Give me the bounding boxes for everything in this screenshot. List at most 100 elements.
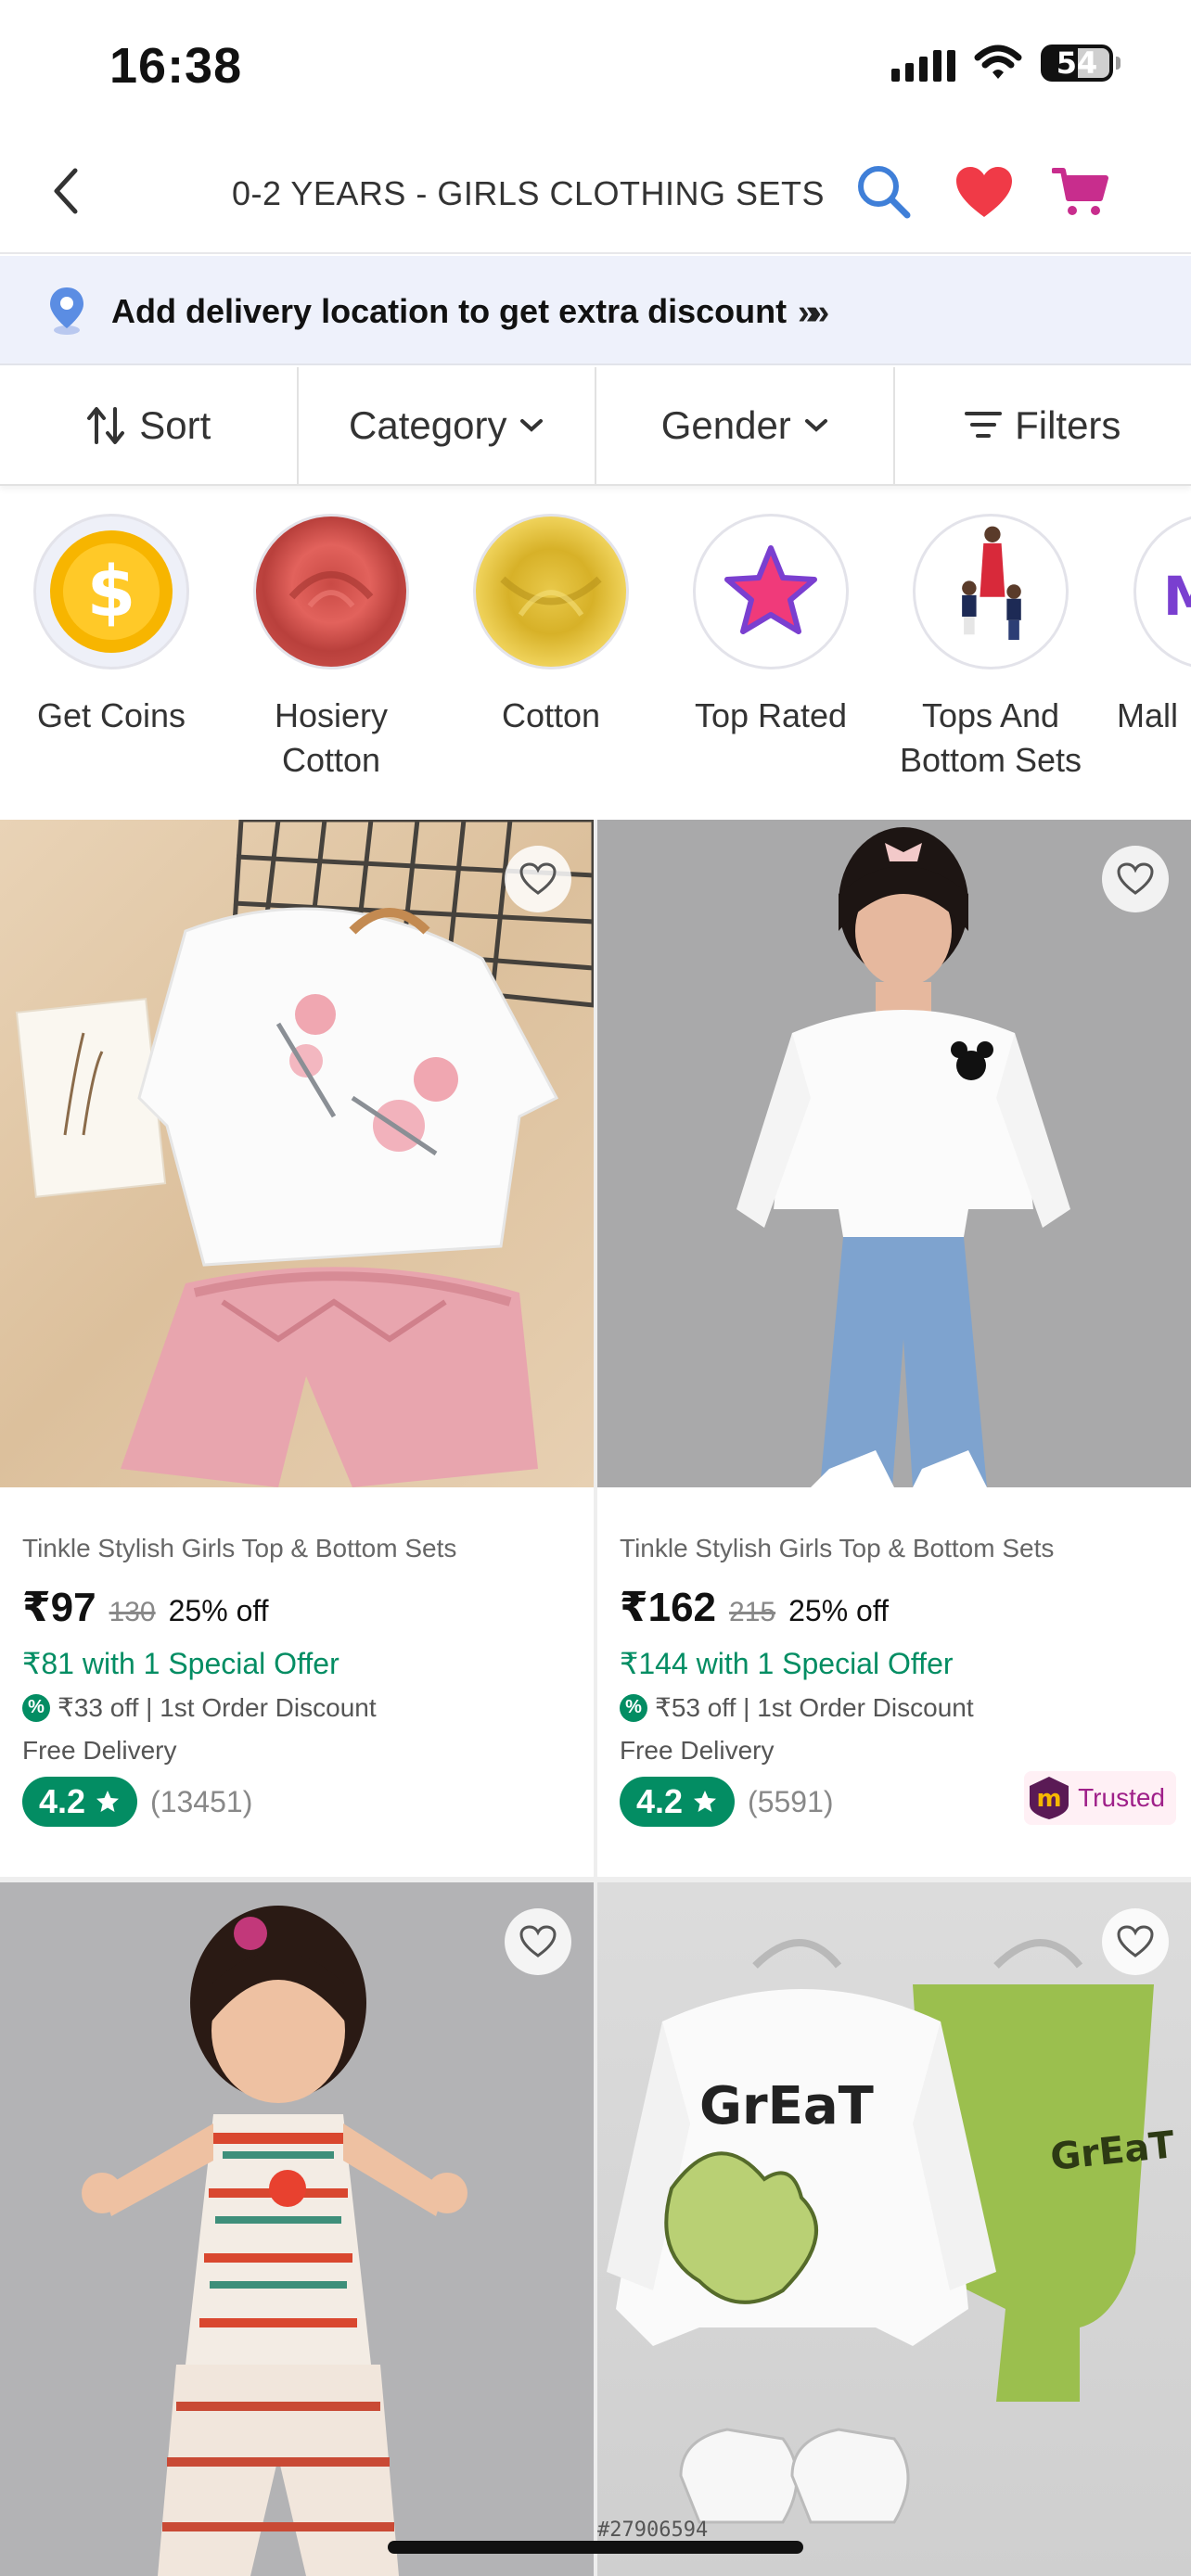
review-count: (5591) <box>748 1784 834 1818</box>
product-info: Tinkle Stylish Girls Top & Bottom Sets ₹… <box>22 1534 579 1827</box>
product-price: ₹97 <box>22 1585 96 1630</box>
status-bar: 16:38 54 <box>0 0 1191 130</box>
gender-label: Gender <box>660 403 791 447</box>
first-order-discount: % ₹53 off | 1st Order Discount <box>620 1692 1176 1723</box>
delivery-location-banner[interactable]: Add delivery location to get extra disco… <box>0 256 1191 365</box>
product-name: Tinkle Stylish Girls Top & Bottom Sets <box>22 1534 457 1562</box>
filter-lines-icon <box>965 412 1003 438</box>
special-offer: ₹144 with 1 Special Offer <box>620 1647 954 1680</box>
wishlist-toggle[interactable] <box>1102 1908 1169 1975</box>
price-row: ₹97 130 25% off <box>22 1584 579 1631</box>
heart-outline-icon <box>519 1925 557 1958</box>
sort-button[interactable]: Sort <box>0 367 299 484</box>
percent-badge-icon: % <box>620 1693 647 1722</box>
product-card[interactable]: GrEaT GrEaT <box>597 1882 1191 2576</box>
meesho-logo-icon: m <box>1030 1777 1069 1819</box>
search-icon <box>858 166 911 219</box>
rating-value: 4.2 <box>636 1782 684 1820</box>
product-name: Tinkle Stylish Girls Top & Bottom Sets <box>620 1534 1055 1562</box>
filter-bar: Sort Category Gender Filters <box>0 367 1191 486</box>
chip-label: Tops And Bottom Sets <box>899 696 1082 779</box>
trusted-label: Trusted <box>1078 1783 1165 1812</box>
wishlist-toggle[interactable] <box>1102 846 1169 912</box>
filters-button[interactable]: Filters <box>895 367 1191 484</box>
chip-top-rated[interactable]: Top Rated <box>673 514 868 738</box>
back-button[interactable] <box>37 158 93 224</box>
cotton-fabric-image <box>473 514 629 670</box>
first-order-text: ₹33 off | 1st Order Discount <box>58 1693 377 1722</box>
status-time: 16:38 <box>109 38 243 94</box>
chip-get-coins[interactable]: $ Get Coins <box>14 514 209 738</box>
chip-hosiery-cotton[interactable]: Hosiery Cotton <box>234 514 429 783</box>
delivery-info: Free Delivery <box>22 1736 177 1765</box>
svg-text:M: M <box>1163 565 1191 628</box>
mall-icon: M <box>1133 514 1191 670</box>
chip-label: Cotton <box>501 696 601 734</box>
sort-label: Sort <box>139 403 211 447</box>
product-info: Tinkle Stylish Girls Top & Bottom Sets ₹… <box>620 1534 1176 1827</box>
delivery-text: Add delivery location to get extra disco… <box>111 292 788 330</box>
product-discount: 25% off <box>168 1594 269 1627</box>
price-row: ₹162 215 25% off <box>620 1584 1176 1631</box>
chip-label: Hosiery Cotton <box>274 696 389 779</box>
product-discount: 25% off <box>788 1594 890 1627</box>
image-code: #27906594 <box>597 2519 709 2542</box>
product-card[interactable]: Tinkle Stylish Girls Top & Bottom Sets ₹… <box>597 820 1191 1877</box>
app-header: 0-2 YEARS - GIRLS CLOTHING SETS <box>0 130 1191 254</box>
product-mrp: 130 <box>109 1597 156 1627</box>
heart-outline-icon <box>1117 862 1154 895</box>
signal-icon <box>891 45 955 82</box>
svg-text:m: m <box>1037 1785 1062 1813</box>
chip-label: Get Coins <box>36 696 186 734</box>
chip-mall[interactable]: M Mall <box>1085 514 1191 738</box>
first-order-discount: % ₹33 off | 1st Order Discount <box>22 1692 579 1723</box>
wishlist-button[interactable] <box>954 161 1015 223</box>
gender-dropdown[interactable]: Gender <box>596 367 895 484</box>
back-icon <box>54 168 78 214</box>
search-button[interactable] <box>853 161 915 223</box>
page-title: 0-2 YEARS - GIRLS CLOTHING SETS <box>232 174 825 212</box>
rating-row: 4.2 (13451) <box>22 1777 579 1827</box>
battery-icon: 54 <box>1041 45 1121 82</box>
chip-cotton[interactable]: Cotton <box>454 514 648 738</box>
wishlist-toggle[interactable] <box>505 846 571 912</box>
category-dropdown[interactable]: Category <box>299 367 596 484</box>
location-pin-icon <box>50 287 83 335</box>
rating-value: 4.2 <box>39 1782 86 1820</box>
product-image[interactable]: GrEaT GrEaT <box>597 1882 1191 2576</box>
delivery-info: Free Delivery <box>620 1736 775 1765</box>
product-image[interactable] <box>0 1882 594 2576</box>
status-icons: 54 <box>891 45 1121 82</box>
chip-label: Mall <box>1117 696 1179 734</box>
star-icon <box>96 1791 120 1812</box>
coin-icon: $ <box>33 514 189 670</box>
chevron-down-icon <box>520 419 544 432</box>
product-mrp: 215 <box>729 1597 776 1627</box>
trusted-badge: m Trusted <box>1024 1771 1176 1825</box>
product-image[interactable] <box>597 820 1191 1487</box>
percent-badge-icon: % <box>22 1693 50 1722</box>
heart-outline-icon <box>519 862 557 895</box>
product-card[interactable]: Tinkle Stylish Girls Top & Bottom Sets ₹… <box>0 820 594 1877</box>
category-label: Category <box>349 403 507 447</box>
wishlist-toggle[interactable] <box>505 1908 571 1975</box>
product-price: ₹162 <box>620 1585 717 1630</box>
home-indicator[interactable] <box>388 2541 803 2554</box>
review-count: (13451) <box>150 1784 253 1818</box>
chip-label: Top Rated <box>694 696 848 734</box>
first-order-text: ₹53 off | 1st Order Discount <box>655 1693 974 1722</box>
cart-icon <box>1052 168 1108 215</box>
filters-label: Filters <box>1015 403 1121 447</box>
rating-badge: 4.2 <box>22 1777 138 1827</box>
svg-text:$: $ <box>87 550 136 632</box>
rating-badge: 4.2 <box>620 1777 736 1827</box>
heart-icon <box>956 167 1012 217</box>
chip-tops-and-bottom-sets[interactable]: Tops And Bottom Sets <box>893 514 1088 783</box>
family-image <box>913 514 1069 670</box>
cart-button[interactable] <box>1050 161 1111 223</box>
product-card[interactable] <box>0 1882 594 2576</box>
svg-text:GrEaT: GrEaT <box>699 2076 874 2136</box>
sort-icon <box>87 407 125 444</box>
chevron-down-icon <box>804 419 827 432</box>
product-image[interactable] <box>0 820 594 1487</box>
